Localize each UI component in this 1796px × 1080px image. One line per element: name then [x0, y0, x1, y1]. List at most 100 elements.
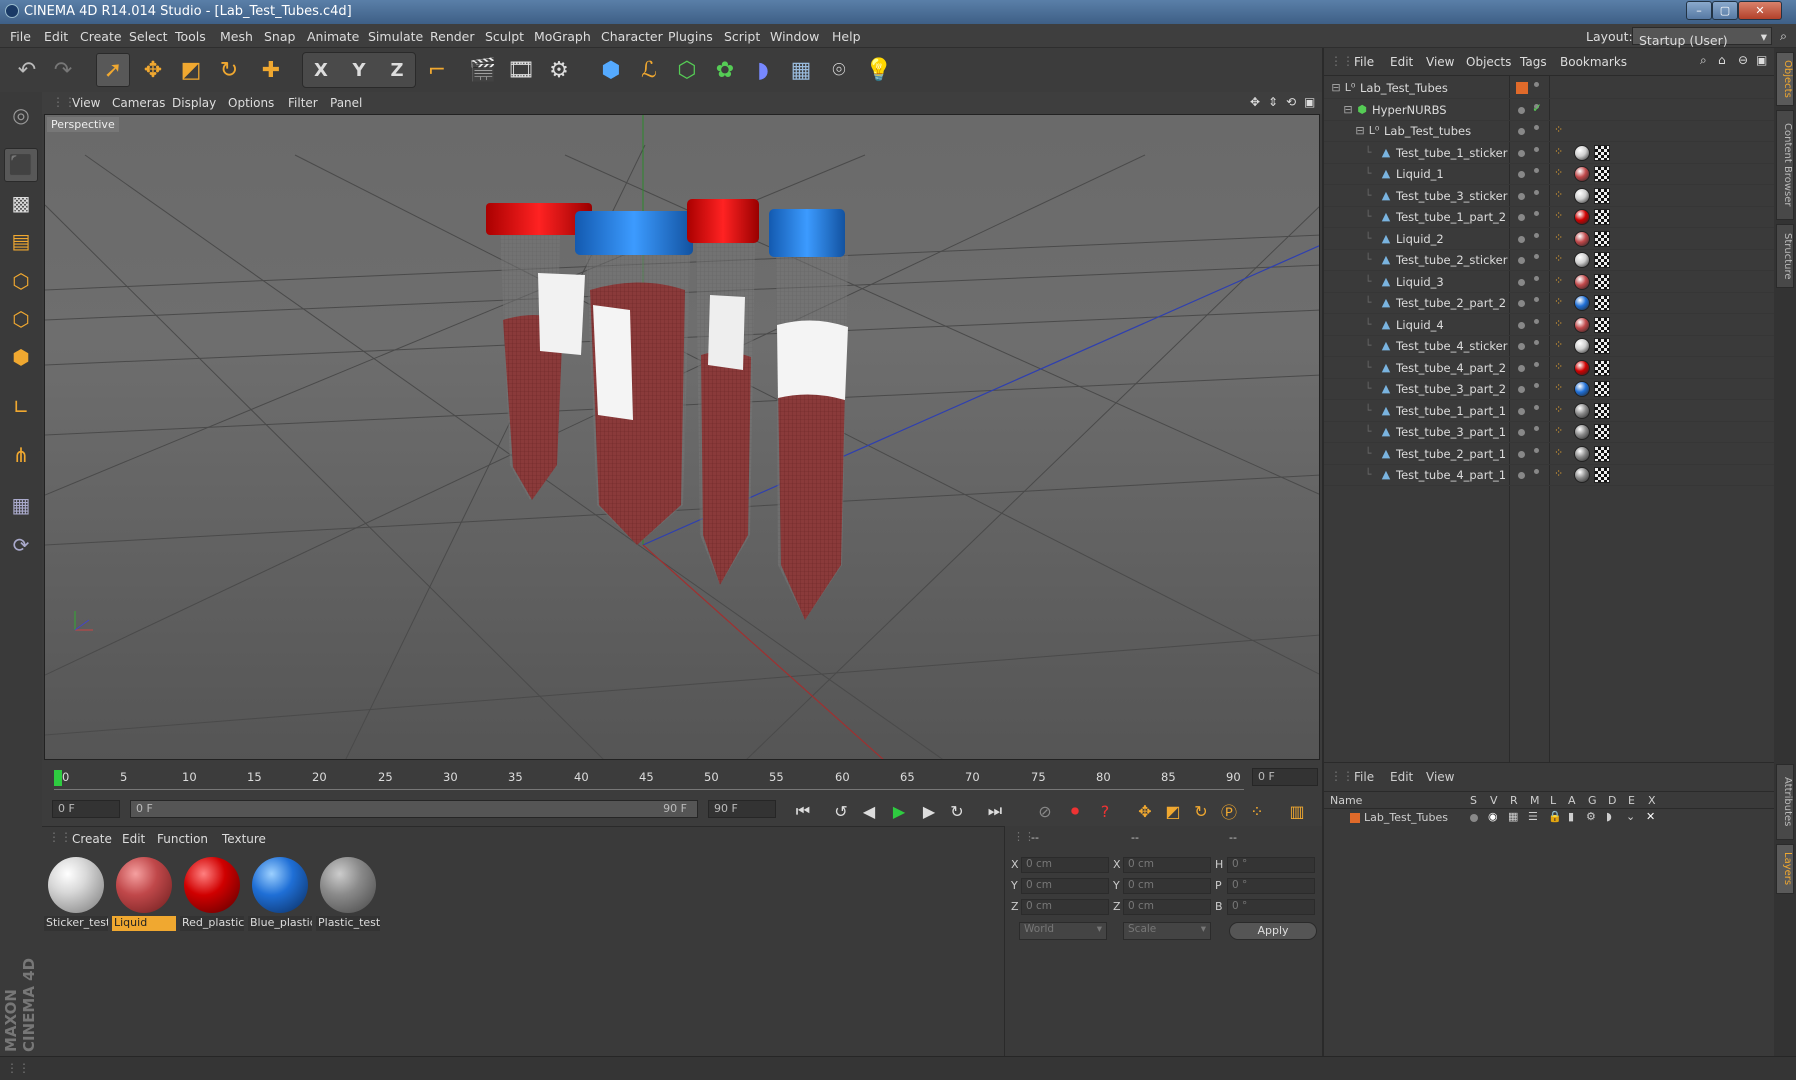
- planar-workplane-icon[interactable]: ⟳: [4, 528, 38, 562]
- editor-visibility-dot[interactable]: [1518, 300, 1525, 307]
- camera-icon[interactable]: ⌾: [822, 53, 856, 87]
- minimize-button[interactable]: –: [1686, 1, 1712, 20]
- position-z-field[interactable]: 0 cm: [1021, 899, 1109, 915]
- object-name[interactable]: Test_tube_4_sticker: [1396, 339, 1507, 353]
- menu-render[interactable]: Render: [430, 29, 475, 44]
- lock-icon[interactable]: 🔒: [1548, 810, 1562, 823]
- object-name[interactable]: Test_tube_4_part_2: [1396, 361, 1506, 375]
- menu-animate[interactable]: Animate: [307, 29, 359, 44]
- transform-icon[interactable]: ✚: [254, 53, 288, 87]
- render-visibility-dot[interactable]: [1534, 232, 1539, 238]
- maximize-button[interactable]: ▢: [1712, 1, 1738, 20]
- start-frame-field[interactable]: 0 F: [52, 800, 120, 818]
- object-menu-tags[interactable]: Tags: [1520, 55, 1547, 69]
- xref-icon[interactable]: ✕: [1646, 810, 1655, 823]
- phong-tag-icon[interactable]: ⁘: [1554, 231, 1563, 244]
- layer-menu-view[interactable]: View: [1426, 770, 1454, 784]
- key-scale-icon[interactable]: ◩: [1160, 798, 1186, 824]
- menu-select[interactable]: Select: [129, 29, 168, 44]
- editor-visibility-dot[interactable]: [1518, 257, 1525, 264]
- uvw-tag-icon[interactable]: [1594, 187, 1610, 204]
- key-parameter-icon[interactable]: Ⓟ: [1216, 798, 1242, 824]
- object-row[interactable]: └ ▲ Liquid_4 ⁘: [1324, 315, 1776, 336]
- size-x-field[interactable]: 0 cm: [1123, 857, 1211, 873]
- coord-system-icon[interactable]: ⌐: [420, 53, 454, 87]
- home-icon[interactable]: ⌂: [1718, 53, 1726, 67]
- go-to-end-icon[interactable]: ⏭: [982, 798, 1008, 824]
- viewport-menu-display[interactable]: Display: [172, 96, 216, 110]
- render-visibility-dot[interactable]: [1534, 361, 1539, 367]
- object-name[interactable]: Test_tube_1_part_1: [1396, 404, 1506, 418]
- menu-tools[interactable]: Tools: [175, 29, 206, 44]
- editor-visibility-dot[interactable]: [1518, 429, 1525, 436]
- phong-tag-icon[interactable]: ⁘: [1554, 145, 1563, 158]
- generator-icon[interactable]: ⚙: [1586, 810, 1596, 823]
- key-position-icon[interactable]: ✥: [1132, 798, 1158, 824]
- editor-visibility-dot[interactable]: [1518, 364, 1525, 372]
- object-name[interactable]: Test_tube_2_sticker: [1396, 253, 1507, 267]
- keyframe-selection-icon[interactable]: ?: [1092, 798, 1118, 824]
- autokey-icon[interactable]: ⏺: [1062, 798, 1088, 824]
- render-icon[interactable]: ▦: [1508, 810, 1518, 823]
- object-row[interactable]: ⊟ ⬢ HyperNURBS ✓: [1324, 100, 1776, 121]
- object-row[interactable]: └ ▲ Test_tube_1_part_2 ⁘: [1324, 207, 1776, 228]
- render-visibility-dot[interactable]: [1534, 125, 1539, 130]
- coordinate-mode-select[interactable]: Scale ▾: [1123, 922, 1211, 940]
- object-menu-file[interactable]: File: [1354, 55, 1374, 69]
- phong-tag-icon[interactable]: ⁘: [1554, 446, 1563, 459]
- object-row[interactable]: └ ▲ Liquid_3 ⁘: [1324, 272, 1776, 293]
- render-visibility-dot[interactable]: [1534, 82, 1539, 87]
- uvw-tag-icon[interactable]: [1594, 402, 1610, 419]
- object-name[interactable]: HyperNURBS: [1372, 103, 1447, 117]
- deformer-icon[interactable]: ◗: [746, 53, 780, 87]
- workplane-icon[interactable]: ▤: [4, 224, 38, 258]
- position-x-field[interactable]: 0 cm: [1021, 857, 1109, 873]
- object-row[interactable]: └ ▲ Test_tube_3_part_1 ⁘: [1324, 422, 1776, 443]
- object-name[interactable]: Test_tube_2_part_1: [1396, 447, 1506, 461]
- redo-icon[interactable]: ↷: [46, 53, 80, 87]
- material-tag-icon[interactable]: [1574, 467, 1590, 483]
- material-tag-icon[interactable]: [1574, 295, 1590, 311]
- axis-mode-icon[interactable]: ∟: [4, 390, 38, 424]
- render-visibility-dot[interactable]: [1534, 318, 1539, 324]
- current-frame-field[interactable]: 0 F: [1252, 768, 1318, 786]
- layer-name[interactable]: Lab_Test_Tubes: [1364, 811, 1448, 824]
- previous-key-icon[interactable]: ↺: [828, 798, 854, 824]
- object-name[interactable]: Test_tube_3_part_1: [1396, 425, 1506, 439]
- rotation-p-field[interactable]: 0 °: [1227, 878, 1315, 894]
- phong-tag-icon[interactable]: ⁘: [1554, 188, 1563, 201]
- viewport-rotate-icon[interactable]: ⟲: [1286, 95, 1296, 109]
- editor-visibility-dot[interactable]: [1518, 235, 1525, 243]
- phong-tag-icon[interactable]: ⁘: [1554, 295, 1563, 308]
- viewport-maximize-icon[interactable]: ▣: [1304, 95, 1315, 109]
- editor-visibility-dot[interactable]: [1518, 278, 1525, 286]
- render-visibility-dot[interactable]: [1534, 254, 1539, 259]
- object-name[interactable]: Liquid_4: [1396, 318, 1444, 332]
- next-key-icon[interactable]: ↻: [944, 798, 970, 824]
- object-row[interactable]: ⊟ L⁰ Lab_Test_tubes ⁘: [1324, 121, 1776, 142]
- material-tag-icon[interactable]: [1574, 187, 1590, 204]
- end-frame-field[interactable]: 90 F: [708, 800, 776, 818]
- record-keys-icon[interactable]: ⊘: [1032, 798, 1058, 824]
- uvw-tag-icon[interactable]: [1594, 359, 1610, 376]
- material-tag-icon[interactable]: [1574, 338, 1590, 354]
- key-rotation-icon[interactable]: ↻: [1188, 798, 1214, 824]
- uvw-tag-icon[interactable]: [1594, 424, 1610, 440]
- size-y-field[interactable]: 0 cm: [1123, 878, 1211, 894]
- rotation-h-field[interactable]: 0 °: [1227, 857, 1315, 873]
- render-visibility-dot[interactable]: [1534, 168, 1539, 173]
- uvw-tag-icon[interactable]: [1594, 381, 1610, 397]
- phong-tag-icon[interactable]: ⁘: [1554, 381, 1563, 394]
- material-swatch[interactable]: Sticker_test: [44, 853, 108, 931]
- object-row[interactable]: └ ▲ Test_tube_1_sticker ⁘: [1324, 143, 1776, 164]
- object-name[interactable]: Lab_Test_Tubes: [1360, 81, 1448, 95]
- deformer-icon[interactable]: ◗: [1606, 810, 1612, 823]
- render-visibility-dot[interactable]: [1534, 297, 1539, 302]
- phong-tag-icon[interactable]: ⁘: [1554, 274, 1563, 287]
- layer-row[interactable]: Lab_Test_Tubes ◉ ▦ ☰ 🔒 ▮ ⚙ ◗ ⌄ ✕: [1324, 809, 1776, 827]
- manager-icon[interactable]: ☰: [1528, 810, 1538, 823]
- render-view-icon[interactable]: 🎬: [466, 53, 500, 87]
- expression-icon[interactable]: ⌄: [1626, 810, 1635, 823]
- render-visibility-dot[interactable]: [1534, 189, 1539, 195]
- object-menu-view[interactable]: View: [1426, 55, 1454, 69]
